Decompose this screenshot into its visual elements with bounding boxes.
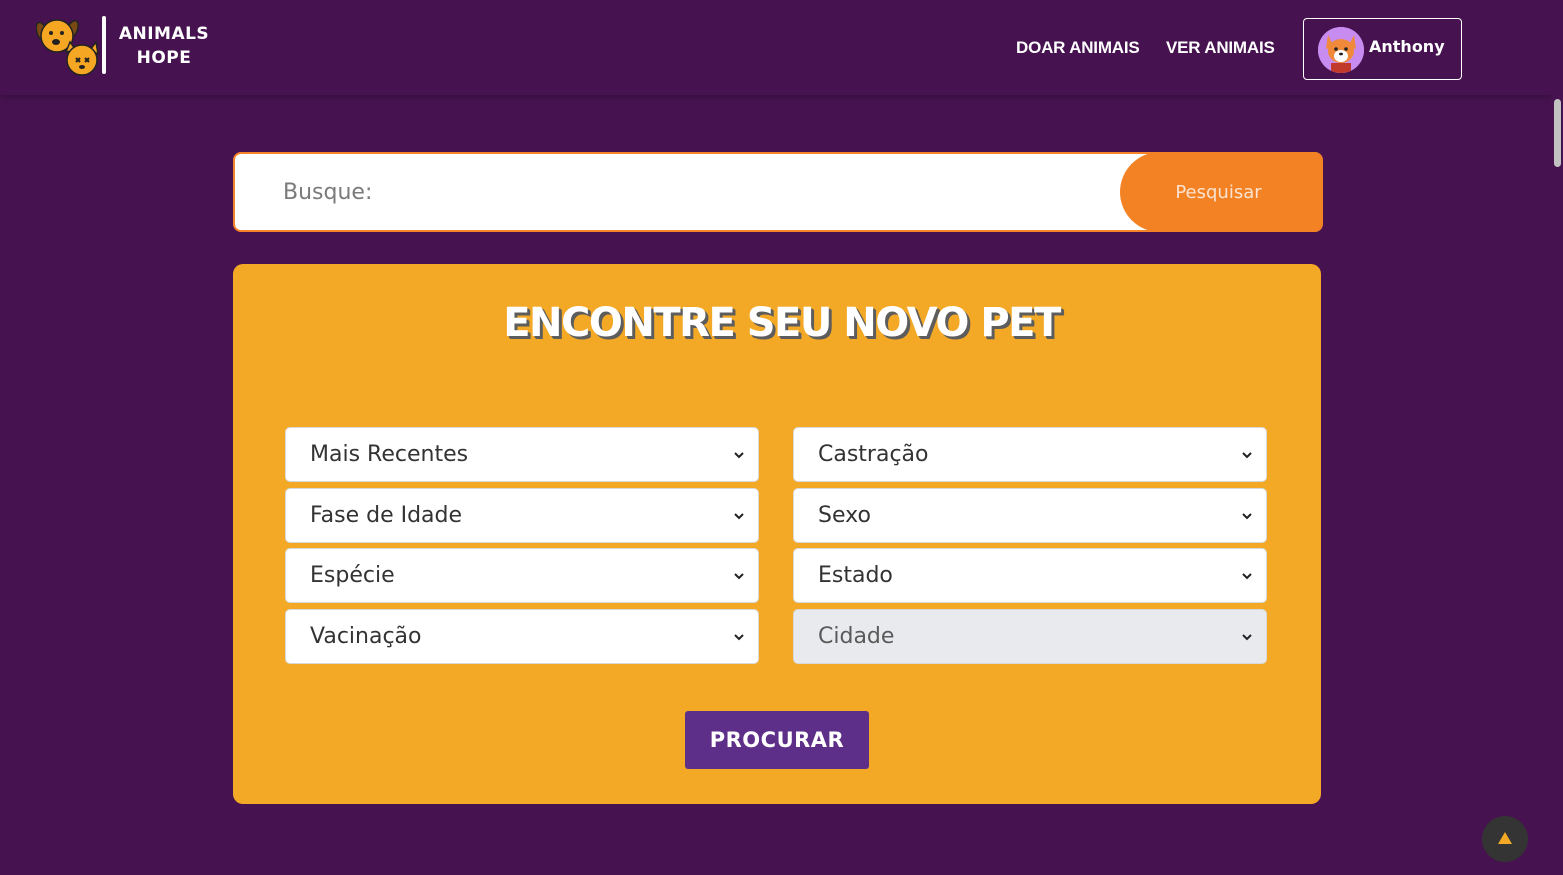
- logo-line1: ANIMALS: [118, 24, 210, 44]
- castracao-select-value: Castração: [793, 427, 1267, 482]
- search-bar: Pesquisar: [233, 152, 1323, 232]
- sexo-select[interactable]: Sexo: [793, 488, 1267, 543]
- user-menu-button[interactable]: Anthony: [1303, 18, 1462, 80]
- dog-cat-logo-icon: [36, 19, 99, 76]
- sort-select[interactable]: Mais Recentes: [285, 427, 759, 482]
- nav-doar-animais[interactable]: DOAR ANIMAIS: [1016, 38, 1140, 58]
- especie-select[interactable]: Espécie: [285, 548, 759, 603]
- procurar-button[interactable]: PROCURAR: [685, 711, 869, 769]
- search-input[interactable]: [235, 154, 1135, 230]
- user-name: Anthony: [1369, 37, 1445, 56]
- estado-select-value: Estado: [793, 548, 1267, 603]
- scrollbar-thumb[interactable]: [1554, 99, 1561, 167]
- fase-idade-select[interactable]: Fase de Idade: [285, 488, 759, 543]
- especie-select-value: Espécie: [285, 548, 759, 603]
- castracao-select[interactable]: Castração: [793, 427, 1267, 482]
- logo-divider: [102, 16, 106, 74]
- navbar: ANIMALS HOPE DOAR ANIMAIS VER ANIMAIS An…: [0, 0, 1563, 95]
- filter-panel-title: ENCONTRE SEU NOVO PET: [503, 300, 1061, 346]
- nav-ver-animais[interactable]: VER ANIMAIS: [1166, 38, 1275, 58]
- corgi-avatar-icon: [1318, 27, 1364, 73]
- sexo-select-value: Sexo: [793, 488, 1267, 543]
- search-button[interactable]: Pesquisar: [1120, 152, 1323, 232]
- estado-select[interactable]: Estado: [793, 548, 1267, 603]
- arrow-up-icon: [1498, 832, 1512, 844]
- sort-select-value: Mais Recentes: [285, 427, 759, 482]
- cidade-select[interactable]: Cidade: [793, 609, 1267, 664]
- logo[interactable]: ANIMALS HOPE: [36, 16, 216, 76]
- logo-text: ANIMALS HOPE: [112, 22, 216, 70]
- fase-idade-select-value: Fase de Idade: [285, 488, 759, 543]
- vacinacao-select-value: Vacinação: [285, 609, 759, 664]
- logo-line2: HOPE: [136, 48, 192, 68]
- cidade-select-value: Cidade: [793, 609, 1267, 664]
- avatar: [1318, 27, 1364, 73]
- back-to-top-button[interactable]: [1482, 816, 1528, 862]
- vacinacao-select[interactable]: Vacinação: [285, 609, 759, 664]
- scrollbar[interactable]: [1551, 95, 1563, 875]
